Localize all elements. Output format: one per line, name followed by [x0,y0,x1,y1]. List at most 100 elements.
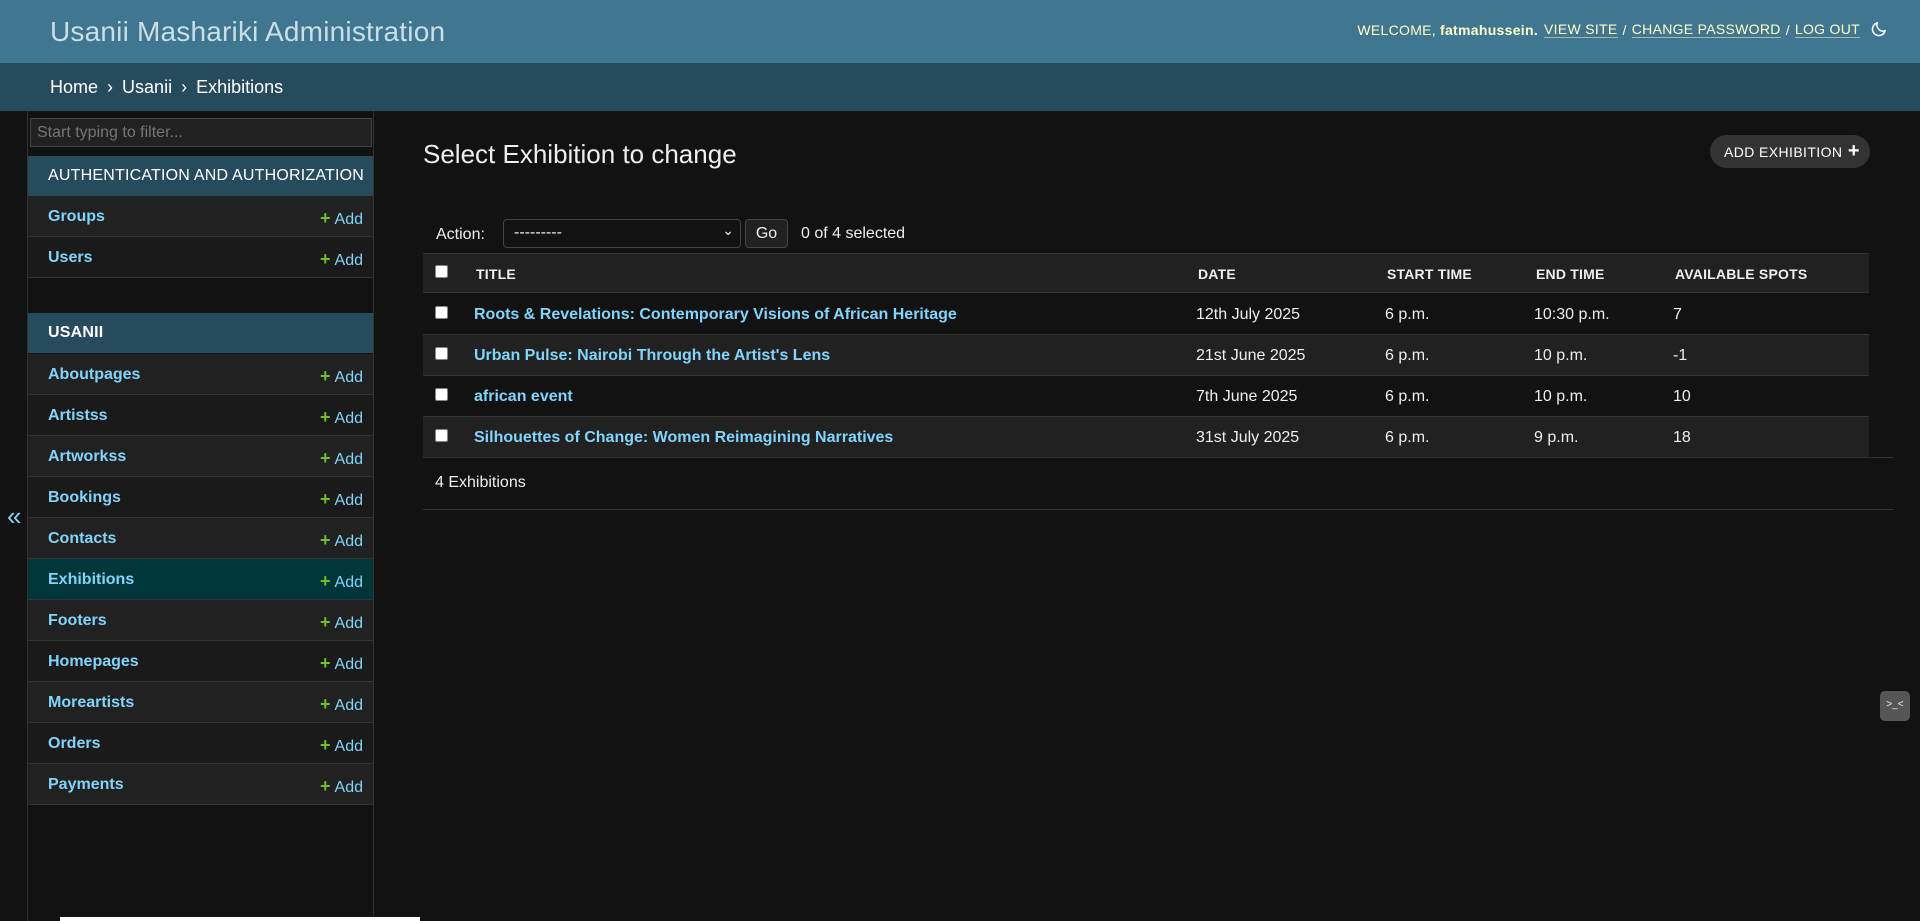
exhibition-title-link[interactable]: Urban Pulse: Nairobi Through the Artist'… [474,347,830,364]
breadcrumb-current: Exhibitions [196,77,284,97]
plus-icon: + [320,366,331,386]
sidebar-item-exhibitions: Exhibitions + Add [28,559,373,600]
date-cell: 21st June 2025 [1196,347,1306,364]
column-header-start-time[interactable]: Start time [1387,266,1472,282]
site-header: Usanii Mashariki Administration Welcome,… [0,0,1920,63]
sidebar-item-footers: Footers + Add [28,600,373,641]
action-select[interactable]: --------- ⌄ [503,219,741,248]
add-aboutpages-link[interactable]: + Add [320,366,363,387]
add-homepages-link[interactable]: + Add [320,653,363,674]
breadcrumb: Home › Usanii › Exhibitions [0,63,1920,111]
plus-icon: + [320,249,331,269]
date-cell: 7th June 2025 [1196,388,1298,405]
sidebar-item-label[interactable]: Moreartists [48,694,134,712]
sidebar-item-label[interactable]: Footers [48,612,107,630]
row-checkbox[interactable] [435,306,448,319]
sidebar-item-bookings: Bookings + Add [28,477,373,518]
add-groups-link[interactable]: + Add [320,208,363,229]
add-label: Add [334,410,363,427]
breadcrumb-home[interactable]: Home [50,77,98,97]
add-label: Add [334,369,363,386]
row-checkbox[interactable] [435,347,448,360]
breadcrumb-separator: › [107,77,114,97]
plus-icon: + [320,612,331,632]
collapse-icon: « [7,501,22,531]
username: fatmahussein. [1440,21,1539,38]
change-password-link[interactable]: Change password [1631,21,1781,38]
add-artistss-link[interactable]: + Add [320,407,363,428]
add-exhibition-button[interactable]: Add Exhibition + [1710,135,1870,168]
add-label: Add [334,615,363,632]
end-time-cell: 10:30 p.m. [1534,306,1610,323]
sidebar-item-label[interactable]: Artworkss [48,448,126,466]
module-caption-usanii[interactable]: Usanii [28,313,373,353]
add-label: Add [334,252,363,269]
add-exhibitions-link[interactable]: + Add [320,571,363,592]
add-contacts-link[interactable]: + Add [320,530,363,551]
end-time-cell: 9 p.m. [1534,429,1579,446]
add-artworkss-link[interactable]: + Add [320,448,363,469]
add-moreartists-link[interactable]: + Add [320,694,363,715]
sidebar-item-label[interactable]: Users [48,249,92,267]
scrollbar[interactable] [60,917,420,921]
add-footers-link[interactable]: + Add [320,612,363,633]
sidebar-item-label[interactable]: Contacts [48,530,116,548]
site-name[interactable]: Usanii Mashariki Administration [50,16,445,48]
go-button[interactable]: Go [745,219,788,248]
nav-filter-input[interactable] [30,118,372,147]
action-label: Action: [436,226,485,243]
table-row: Roots & Revelations: Contemporary Vision… [423,294,1869,335]
table-header: Title Date Start time End time Available… [423,253,1869,293]
exhibition-title-link[interactable]: Roots & Revelations: Contemporary Vision… [474,306,957,323]
add-users-link[interactable]: + Add [320,249,363,270]
add-label: Add [334,211,363,228]
floating-widget-icon[interactable]: >_< [1880,691,1910,721]
start-time-cell: 6 p.m. [1385,388,1430,405]
column-header-available-spots[interactable]: Available spots [1675,266,1807,282]
add-label: Add [334,533,363,550]
module-caption-label: Usanii [48,324,104,341]
add-payments-link[interactable]: + Add [320,776,363,797]
toggle-nav-sidebar-button[interactable]: « [0,111,28,921]
select-all-checkbox[interactable] [435,265,448,278]
view-site-link[interactable]: View site [1544,21,1618,38]
start-time-cell: 6 p.m. [1385,429,1430,446]
sidebar-item-label[interactable]: Exhibitions [48,571,134,589]
available-spots-cell: -1 [1673,347,1688,364]
column-header-title[interactable]: Title [476,266,516,282]
add-bookings-link[interactable]: + Add [320,489,363,510]
sidebar-item-label[interactable]: Homepages [48,653,139,671]
column-header-date[interactable]: Date [1198,266,1236,282]
sidebar-item-homepages: Homepages + Add [28,641,373,682]
module-caption-auth[interactable]: Authentication and Authorization [28,156,373,196]
sidebar-item-label[interactable]: Groups [48,208,105,226]
row-checkbox[interactable] [435,429,448,442]
sidebar-item-label[interactable]: Bookings [48,489,121,507]
breadcrumb-app[interactable]: Usanii [122,77,172,97]
separator: / [1622,21,1627,38]
plus-icon: + [320,694,331,714]
add-orders-link[interactable]: + Add [320,735,363,756]
user-tools: Welcome, fatmahussein. View site / Chang… [1357,21,1860,38]
sidebar-item-payments: Payments + Add [28,764,373,805]
row-checkbox[interactable] [435,388,448,401]
sidebar-item-artistss: Artistss + Add [28,395,373,436]
sidebar-item-label[interactable]: Aboutpages [48,366,140,384]
sidebar-item-label[interactable]: Payments [48,776,124,794]
log-out-link[interactable]: Log out [1794,21,1860,38]
start-time-cell: 6 p.m. [1385,347,1430,364]
add-label: Add [334,656,363,673]
plus-icon: + [320,448,331,468]
sidebar-item-label[interactable]: Orders [48,735,100,753]
theme-toggle-button[interactable] [1870,20,1890,40]
result-count: 4 Exhibitions [423,457,1893,510]
exhibition-title-link[interactable]: Silhouettes of Change: Women Reimagining… [474,429,893,446]
sidebar-item-contacts: Contacts + Add [28,518,373,559]
column-header-end-time[interactable]: End time [1536,266,1605,282]
sidebar-item-label[interactable]: Artistss [48,407,108,425]
table-row: Urban Pulse: Nairobi Through the Artist'… [423,335,1869,376]
sidebar-item-groups: Groups + Add [28,196,373,237]
available-spots-cell: 7 [1673,306,1682,323]
exhibition-title-link[interactable]: african event [474,388,573,405]
sidebar-item-orders: Orders + Add [28,723,373,764]
